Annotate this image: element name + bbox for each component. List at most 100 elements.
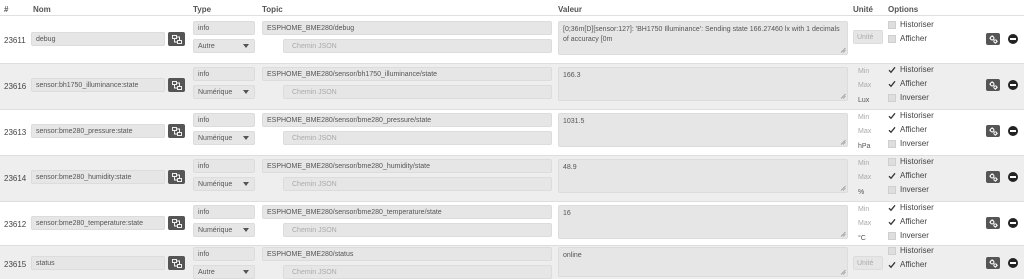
select-equipment-button[interactable]	[168, 32, 185, 46]
max-input[interactable]: Max	[858, 174, 871, 181]
topic-input[interactable]: ESPHOME_BME280/sensor/bme280_temperature…	[262, 205, 552, 219]
remove-icon[interactable]	[1008, 80, 1018, 90]
json-path-input[interactable]: Chemin JSON	[283, 177, 552, 191]
subtype-select[interactable]: Autre	[193, 39, 255, 53]
subtype-select[interactable]: Numérique	[193, 131, 255, 145]
historize-checkbox[interactable]: Historiser	[888, 20, 934, 29]
max-input[interactable]: Max	[858, 220, 871, 227]
type-field[interactable]: info	[193, 113, 255, 127]
topic-input[interactable]: ESPHOME_BME280/sensor/bh1750_illuminance…	[262, 67, 552, 81]
subtype-select[interactable]: Numérique	[193, 223, 255, 237]
name-input[interactable]: sensor:bme280_pressure:state	[31, 124, 165, 138]
value-textarea[interactable]: 48.9	[558, 159, 848, 193]
resize-grip-icon[interactable]	[840, 269, 846, 275]
option-label: Historiser	[900, 20, 934, 29]
value-textarea[interactable]: [0;36m[D][sensor:127]: 'BH1750 Illuminan…	[558, 21, 848, 55]
display-checkbox[interactable]: Afficher	[888, 79, 927, 88]
subtype-select[interactable]: Numérique	[193, 85, 255, 99]
historize-checkbox[interactable]: Historiser	[888, 65, 934, 74]
type-field[interactable]: info	[193, 247, 255, 261]
configure-button[interactable]	[986, 79, 1000, 91]
min-input[interactable]: Min	[858, 68, 869, 75]
configure-button[interactable]	[986, 33, 1000, 45]
select-equipment-button[interactable]	[168, 170, 185, 184]
unit-input[interactable]: hPa	[858, 143, 870, 150]
max-input[interactable]: Max	[858, 128, 871, 135]
type-field[interactable]: info	[193, 205, 255, 219]
invert-checkbox[interactable]: Inverser	[888, 93, 929, 102]
display-checkbox[interactable]: Afficher	[888, 171, 927, 180]
display-checkbox[interactable]: Afficher	[888, 217, 927, 226]
min-input[interactable]: Min	[858, 160, 869, 167]
configure-button[interactable]	[986, 171, 1000, 183]
topic-input[interactable]: ESPHOME_BME280/status	[262, 247, 552, 261]
check-icon	[888, 80, 896, 88]
display-checkbox[interactable]: Afficher	[888, 260, 927, 269]
historize-checkbox[interactable]: Historiser	[888, 246, 934, 255]
display-checkbox[interactable]: Afficher	[888, 125, 927, 134]
configure-button[interactable]	[986, 217, 1000, 229]
historize-checkbox[interactable]: Historiser	[888, 111, 934, 120]
name-input[interactable]: debug	[31, 32, 165, 46]
database-icon	[171, 218, 182, 228]
resize-grip-icon[interactable]	[840, 185, 846, 191]
value-textarea[interactable]: 1031.5	[558, 113, 848, 147]
topic-input[interactable]: ESPHOME_BME280/sensor/bme280_humidity/st…	[262, 159, 552, 173]
type-field[interactable]: info	[193, 67, 255, 81]
database-icon	[171, 126, 182, 136]
resize-grip-icon[interactable]	[840, 231, 846, 237]
name-input[interactable]: sensor:bme280_humidity:state	[31, 170, 165, 184]
invert-checkbox[interactable]: Inverser	[888, 231, 929, 240]
value-textarea[interactable]: 166.3	[558, 67, 848, 101]
type-field[interactable]: info	[193, 21, 255, 35]
value-textarea[interactable]: online	[558, 247, 848, 277]
chevron-down-icon	[243, 44, 249, 48]
json-path-input[interactable]: Chemin JSON	[283, 223, 552, 237]
resize-grip-icon[interactable]	[840, 47, 846, 53]
name-input[interactable]: sensor:bme280_temperature:state	[31, 216, 165, 230]
topic-input[interactable]: ESPHOME_BME280/debug	[262, 21, 552, 35]
unit-input[interactable]: °C	[858, 235, 866, 242]
configure-button[interactable]	[986, 257, 1000, 269]
max-input[interactable]: Max	[858, 82, 871, 89]
remove-icon[interactable]	[1008, 218, 1018, 228]
name-input[interactable]: sensor:bh1750_illuminance:state	[31, 78, 165, 92]
option-label: Historiser	[900, 65, 934, 74]
resize-grip-icon[interactable]	[840, 93, 846, 99]
select-equipment-button[interactable]	[168, 256, 185, 270]
unit-input[interactable]: Lux	[858, 97, 869, 104]
unit-input[interactable]: %	[858, 189, 864, 196]
json-path-input[interactable]: Chemin JSON	[283, 85, 552, 99]
select-equipment-button[interactable]	[168, 124, 185, 138]
json-path-input[interactable]: Chemin JSON	[283, 39, 552, 53]
value-textarea[interactable]: 16	[558, 205, 848, 239]
name-input[interactable]: status	[31, 256, 165, 270]
remove-icon[interactable]	[1008, 34, 1018, 44]
database-icon	[171, 80, 182, 90]
type-field[interactable]: info	[193, 159, 255, 173]
configure-button[interactable]	[986, 125, 1000, 137]
historize-checkbox[interactable]: Historiser	[888, 203, 934, 212]
subtype-select[interactable]: Autre	[193, 265, 255, 279]
chevron-down-icon	[243, 270, 249, 274]
remove-icon[interactable]	[1008, 126, 1018, 136]
topic-input[interactable]: ESPHOME_BME280/sensor/bme280_pressure/st…	[262, 113, 552, 127]
min-input[interactable]: Min	[858, 206, 869, 213]
value-text: 16	[563, 210, 571, 217]
remove-icon[interactable]	[1008, 172, 1018, 182]
min-input[interactable]: Min	[858, 114, 869, 121]
select-equipment-button[interactable]	[168, 78, 185, 92]
subtype-select[interactable]: Numérique	[193, 177, 255, 191]
json-path-input[interactable]: Chemin JSON	[283, 131, 552, 145]
row-divider	[0, 109, 1024, 110]
remove-icon[interactable]	[1008, 258, 1018, 268]
invert-checkbox[interactable]: Inverser	[888, 185, 929, 194]
select-equipment-button[interactable]	[168, 216, 185, 230]
unit-input[interactable]: Unité	[853, 30, 883, 44]
invert-checkbox[interactable]: Inverser	[888, 139, 929, 148]
unit-input[interactable]: Unité	[853, 256, 883, 270]
resize-grip-icon[interactable]	[840, 139, 846, 145]
json-path-input[interactable]: Chemin JSON	[283, 265, 552, 279]
historize-checkbox[interactable]: Historiser	[888, 157, 934, 166]
display-checkbox[interactable]: Afficher	[888, 34, 927, 43]
